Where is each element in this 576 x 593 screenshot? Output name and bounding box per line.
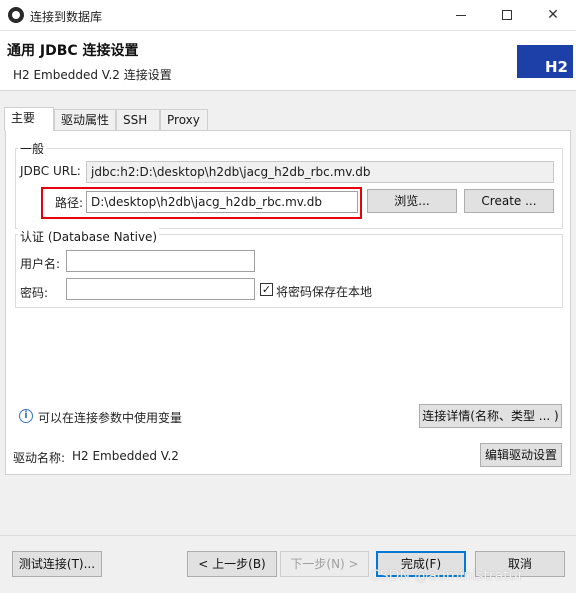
browse-button[interactable]: 浏览... [367, 189, 457, 213]
edit-driver-button[interactable]: 编辑驱动设置 [480, 443, 562, 467]
maximize-icon [502, 10, 512, 20]
variables-hint: 可以在连接参数中使用变量 [38, 411, 183, 425]
general-group-label: 一般 [18, 140, 47, 157]
info-icon: i [19, 409, 33, 423]
title-bar: 连接到数据库 ✕ [0, 0, 576, 31]
minimize-icon [456, 15, 466, 16]
logo-text: H2 [545, 58, 568, 76]
close-button[interactable]: ✕ [530, 0, 576, 31]
password-label: 密码: [20, 286, 49, 300]
create-button[interactable]: Create ... [464, 189, 554, 213]
test-connection-button[interactable]: 测试连接(T)... [12, 551, 102, 577]
footer-divider [0, 535, 576, 536]
tab-proxy[interactable]: Proxy [160, 109, 208, 131]
close-icon: ✕ [547, 7, 559, 23]
tab-driver-properties[interactable]: 驱动属性 [54, 109, 116, 131]
tab-main[interactable]: 主要 [4, 107, 54, 131]
username-label: 用户名: [20, 257, 61, 271]
dialog-header: 通用 JDBC 连接设置 H2 Embedded V.2 连接设置 H2 [0, 31, 576, 91]
username-input[interactable] [66, 250, 255, 272]
driver-name-label: 驱动名称: [13, 451, 66, 465]
page-title: 通用 JDBC 连接设置 [7, 43, 139, 59]
save-password-label: 将密码保存在本地 [276, 285, 373, 299]
app-icon [8, 7, 24, 23]
password-input[interactable] [66, 278, 255, 300]
connection-details-button[interactable]: 连接详情(名称、类型 ... ) [419, 404, 562, 428]
page-subtitle: H2 Embedded V.2 连接设置 [13, 68, 172, 82]
h2-logo: H2 [517, 45, 573, 78]
back-button[interactable]: < 上一步(B) [187, 551, 277, 577]
path-highlight-box [41, 187, 362, 219]
minimize-button[interactable] [438, 0, 484, 31]
jdbc-url-label: JDBC URL: [20, 164, 81, 178]
maximize-button[interactable] [484, 0, 530, 31]
jdbc-url-field[interactable]: jdbc:h2:D:\desktop\h2db\jacg_h2db_rbc.mv… [86, 161, 554, 183]
next-button[interactable]: 下一步(N) > [280, 551, 369, 577]
auth-group-label: 认证 (Database Native) [18, 228, 160, 245]
save-password-checkbox[interactable]: ✓ [260, 283, 273, 296]
tab-ssh[interactable]: SSH [116, 109, 160, 131]
driver-name-value: H2 Embedded V.2 [72, 449, 179, 463]
watermark: CSDN @administrat0r [370, 568, 524, 584]
window-title: 连接到数据库 [30, 10, 103, 24]
